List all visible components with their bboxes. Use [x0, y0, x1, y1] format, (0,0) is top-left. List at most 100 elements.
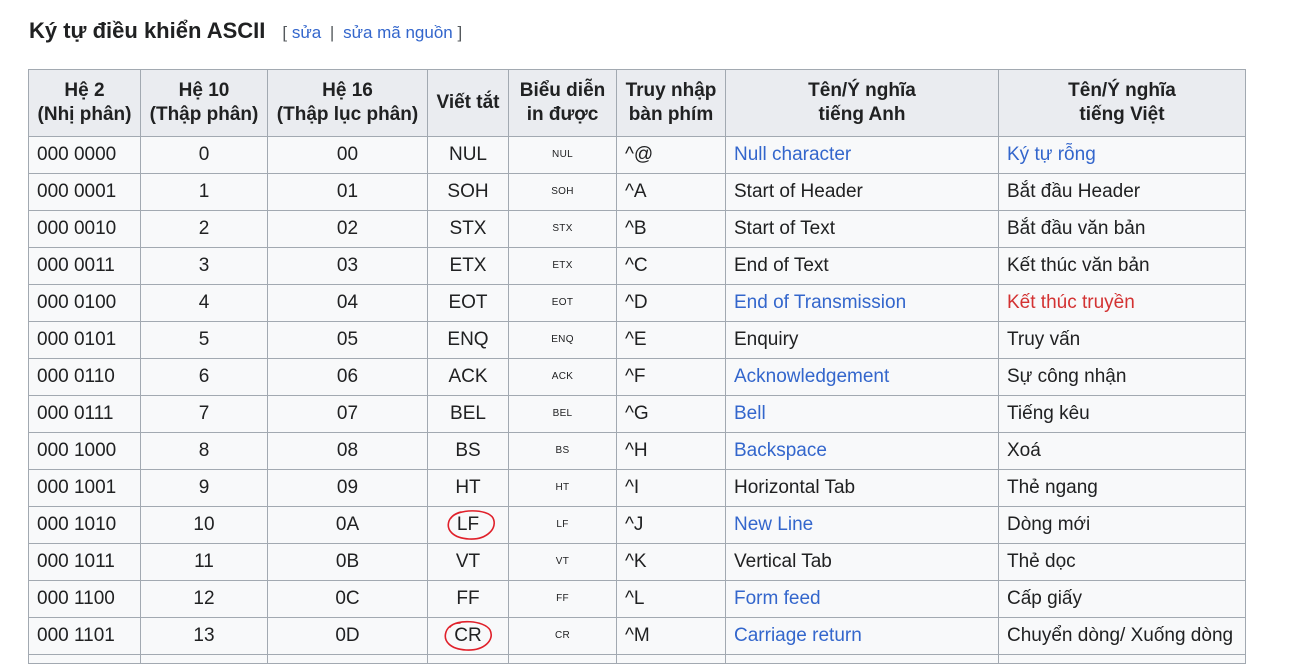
cell-english-name: End of Text	[725, 247, 999, 285]
table-row: 000 0000 0 00 NUL NUL ^@ Null character …	[28, 136, 1246, 174]
cell-hex: 0B	[267, 543, 428, 581]
table-row: 000 0111 7 07 BEL BEL ^G Bell Tiếng kêu	[28, 395, 1246, 433]
edit-bracket-close: ]	[457, 23, 463, 42]
cell-vietnamese-name: Dòng mới	[998, 506, 1246, 544]
cell-printable: FF	[508, 580, 617, 618]
cell-abbreviation: FF	[427, 580, 509, 618]
cell-english-name: End of Transmission	[725, 284, 999, 322]
cell-abbreviation: BEL	[427, 395, 509, 433]
cell-printable: HT	[508, 469, 617, 507]
table-row-partial	[28, 654, 1246, 664]
link-ket-thuc-truyen[interactable]: Kết thúc truyền	[1007, 292, 1135, 313]
cell-empty	[427, 654, 509, 664]
link-backspace[interactable]: Backspace	[734, 440, 827, 461]
cell-vietnamese-name: Bắt đầu Header	[998, 173, 1246, 211]
table-header-row: Hệ 2 (Nhị phân) Hệ 10 (Thập phân) Hệ 16 (Th…	[28, 69, 1246, 137]
cell-empty	[267, 654, 428, 664]
cell-hex: 09	[267, 469, 428, 507]
cell-decimal: 0	[140, 136, 268, 174]
cell-abbreviation: STX	[427, 210, 509, 248]
cell-keyboard: ^@	[616, 136, 726, 174]
edit-source-link[interactable]: sửa mã nguồn	[343, 23, 453, 42]
cell-binary: 000 0100	[28, 284, 141, 322]
edit-section-links: [ sửa | sửa mã nguồn ]	[282, 23, 462, 43]
cell-decimal: 2	[140, 210, 268, 248]
cell-printable: LF	[508, 506, 617, 544]
link-end-of-transmission[interactable]: End of Transmission	[734, 292, 906, 313]
table-row: 000 0010 2 02 STX STX ^B Start of Text B…	[28, 210, 1246, 248]
cell-binary: 000 1001	[28, 469, 141, 507]
ascii-control-table: Hệ 2 (Nhị phân) Hệ 10 (Thập phân) Hệ 16 (Th…	[28, 69, 1246, 664]
table-row: 000 1000 8 08 BS BS ^H Backspace Xoá	[28, 432, 1246, 470]
cell-english-name: Horizontal Tab	[725, 469, 999, 507]
cell-printable: BS	[508, 432, 617, 470]
abbreviation-text: CR	[454, 625, 482, 646]
cell-binary: 000 1011	[28, 543, 141, 581]
cell-decimal: 7	[140, 395, 268, 433]
cell-keyboard: ^E	[616, 321, 726, 359]
edit-link[interactable]: sửa	[292, 23, 321, 42]
cell-keyboard: ^I	[616, 469, 726, 507]
cell-binary: 000 0110	[28, 358, 141, 396]
cell-decimal: 12	[140, 580, 268, 618]
cell-keyboard: ^A	[616, 173, 726, 211]
header-printable: Biểu diễn in được	[508, 69, 617, 137]
cell-empty	[616, 654, 726, 664]
cell-binary: 000 0111	[28, 395, 141, 433]
cell-abbreviation: ENQ	[427, 321, 509, 359]
cell-keyboard: ^D	[616, 284, 726, 322]
cell-english-name: Enquiry	[725, 321, 999, 359]
cell-binary: 000 1101	[28, 617, 141, 655]
cell-abbreviation: ACK	[427, 358, 509, 396]
header-vietnamese-name: Tên/Ý nghĩa tiếng Việt	[998, 69, 1246, 137]
link-ky-tu-rong[interactable]: Ký tự rỗng	[1007, 144, 1096, 165]
cell-decimal: 3	[140, 247, 268, 285]
cell-hex: 00	[267, 136, 428, 174]
cell-english-name: Null character	[725, 136, 999, 174]
cell-decimal: 9	[140, 469, 268, 507]
cell-hex: 02	[267, 210, 428, 248]
cell-hex: 07	[267, 395, 428, 433]
cell-hex: 08	[267, 432, 428, 470]
cell-english-name: Acknowledgement	[725, 358, 999, 396]
cell-printable: NUL	[508, 136, 617, 174]
cell-printable: SOH	[508, 173, 617, 211]
cell-keyboard: ^L	[616, 580, 726, 618]
cell-hex: 0C	[267, 580, 428, 618]
cell-decimal: 6	[140, 358, 268, 396]
cell-binary: 000 0000	[28, 136, 141, 174]
link-bell[interactable]: Bell	[734, 403, 766, 424]
cell-binary: 000 0010	[28, 210, 141, 248]
cell-hex: 0D	[267, 617, 428, 655]
cell-keyboard: ^G	[616, 395, 726, 433]
link-form-feed[interactable]: Form feed	[734, 588, 821, 609]
cell-english-name: Backspace	[725, 432, 999, 470]
table-row: 000 1010 10 0A LF LF ^J New Line Dòng mớ…	[28, 506, 1246, 544]
table-row: 000 1100 12 0C FF FF ^L Form feed Cấp gi…	[28, 580, 1246, 618]
cell-vietnamese-name: Thẻ dọc	[998, 543, 1246, 581]
link-new-line[interactable]: New Line	[734, 514, 813, 535]
cell-decimal: 13	[140, 617, 268, 655]
cell-keyboard: ^H	[616, 432, 726, 470]
header-english-name: Tên/Ý nghĩa tiếng Anh	[725, 69, 999, 137]
cell-vietnamese-name: Thẻ ngang	[998, 469, 1246, 507]
cell-binary: 000 1000	[28, 432, 141, 470]
abbreviation-text: LF	[456, 514, 480, 535]
cell-english-name: Form feed	[725, 580, 999, 618]
cell-decimal: 5	[140, 321, 268, 359]
link-acknowledgement[interactable]: Acknowledgement	[734, 366, 889, 387]
header-abbreviation: Viết tắt	[427, 69, 509, 137]
cell-printable: STX	[508, 210, 617, 248]
cell-english-name: Vertical Tab	[725, 543, 999, 581]
cell-keyboard: ^F	[616, 358, 726, 396]
link-null-character[interactable]: Null character	[734, 144, 851, 165]
cell-printable: BEL	[508, 395, 617, 433]
table-row: 000 0110 6 06 ACK ACK ^F Acknowledgement…	[28, 358, 1246, 396]
cell-vietnamese-name: Bắt đầu văn bản	[998, 210, 1246, 248]
cell-keyboard: ^M	[616, 617, 726, 655]
cell-abbreviation: LF	[427, 506, 509, 544]
cell-hex: 04	[267, 284, 428, 322]
cell-keyboard: ^B	[616, 210, 726, 248]
link-carriage-return[interactable]: Carriage return	[734, 625, 862, 646]
header-keyboard: Truy nhập bàn phím	[616, 69, 726, 137]
